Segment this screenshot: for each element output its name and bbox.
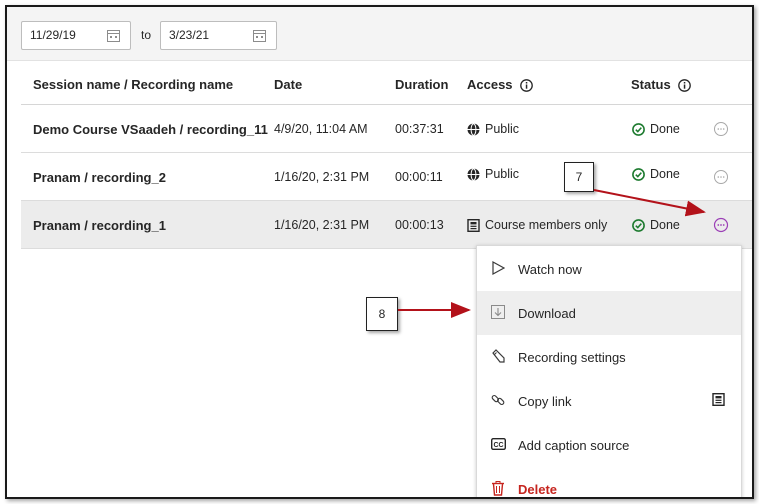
arrow-to-more-options: [593, 189, 706, 217]
recordings-panel: 11/29/19 to 3/23/21 Session name / Recor…: [5, 5, 754, 499]
annotation-arrows: [398, 189, 706, 318]
